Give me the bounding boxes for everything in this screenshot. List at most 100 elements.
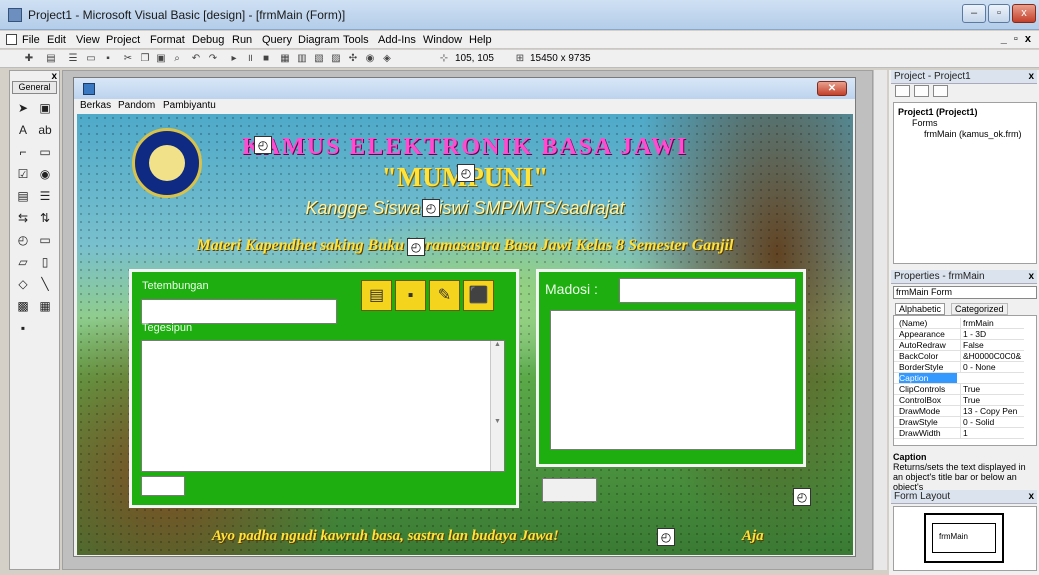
form-menu-pambiyantu[interactable]: Pambiyantu: [163, 100, 216, 111]
toggle-folders-icon[interactable]: [933, 85, 948, 97]
menu-format[interactable]: Format: [150, 34, 185, 46]
form-layout-close[interactable]: x: [1028, 490, 1034, 504]
vscrollbar-tool-icon[interactable]: ⇅: [36, 211, 54, 226]
tree-project-node[interactable]: Project1 (Project1): [898, 107, 978, 117]
property-row[interactable]: ClipControls True: [894, 384, 1024, 395]
mdi-form-icon[interactable]: [6, 34, 17, 45]
menu-addins[interactable]: Add-Ins: [378, 34, 416, 46]
designer-vertical-scrollbar[interactable]: [873, 70, 887, 570]
undo-icon[interactable]: ↶: [189, 52, 203, 65]
property-row[interactable]: AutoRedraw False: [894, 340, 1024, 351]
picturebox-tool-icon[interactable]: ▣: [36, 101, 54, 116]
form-close-button[interactable]: ✕: [817, 81, 847, 96]
timer-control-icon[interactable]: ◴: [254, 136, 272, 154]
tree-forms-folder[interactable]: Forms: [912, 118, 938, 128]
property-row[interactable]: DrawMode 13 - Copy Pen: [894, 406, 1024, 417]
open-project-icon[interactable]: ▭: [84, 52, 98, 65]
meaning-textarea[interactable]: ▲ ▼: [141, 340, 505, 472]
image-tool-icon[interactable]: ▩: [14, 299, 32, 314]
textbox-tool-icon[interactable]: ab: [36, 123, 54, 138]
end-icon[interactable]: ■: [259, 52, 273, 65]
menu-diagram[interactable]: Diagram: [298, 34, 340, 46]
find-icon[interactable]: ⌕: [170, 52, 184, 65]
filelistbox-tool-icon[interactable]: ▯: [36, 255, 54, 270]
property-row[interactable]: ControlBox True: [894, 395, 1024, 406]
copy-icon[interactable]: ❐: [138, 52, 152, 65]
menu-window[interactable]: Window: [423, 34, 462, 46]
edit-icon[interactable]: ✎: [429, 280, 460, 311]
form-menu-pandom[interactable]: Pandom: [118, 100, 155, 111]
layout-form-preview[interactable]: frmMain: [932, 523, 996, 553]
close-button[interactable]: x: [1012, 4, 1036, 23]
listbox-tool-icon[interactable]: ☰: [36, 189, 54, 204]
timer-control-icon[interactable]: ◴: [657, 528, 675, 546]
menu-debug[interactable]: Debug: [192, 34, 224, 46]
timer-tool-icon[interactable]: ◴: [14, 233, 32, 248]
object-browser-icon[interactable]: ▨: [329, 52, 343, 65]
properties-close[interactable]: x: [1028, 270, 1034, 284]
toolbox-tab-general[interactable]: General: [12, 81, 57, 94]
tree-form-node[interactable]: frmMain (kamus_ok.frm): [924, 129, 1022, 139]
data-tool-icon[interactable]: ▦: [36, 299, 54, 314]
delete-icon[interactable]: ⬛: [463, 280, 494, 311]
combobox-tool-icon[interactable]: ▤: [14, 189, 32, 204]
property-row[interactable]: DrawStyle 0 - Solid: [894, 417, 1024, 428]
timer-control-icon[interactable]: ◴: [422, 199, 440, 217]
menu-help[interactable]: Help: [469, 34, 492, 46]
word-input[interactable]: [141, 299, 337, 324]
cut-icon[interactable]: ✂: [121, 52, 135, 65]
component-manager-icon[interactable]: ◈: [380, 52, 394, 65]
form-layout-icon[interactable]: ▧: [312, 52, 326, 65]
checkbox-tool-icon[interactable]: ☑: [14, 167, 32, 182]
maximize-button[interactable]: ▫: [988, 4, 1010, 23]
property-row[interactable]: DrawWidth 1: [894, 428, 1024, 439]
menu-query[interactable]: Query: [262, 34, 292, 46]
view-object-icon[interactable]: [914, 85, 929, 97]
hscrollbar-tool-icon[interactable]: ⇆: [14, 211, 32, 226]
property-row[interactable]: (Name) frmMain: [894, 318, 1024, 329]
menu-editor-icon[interactable]: ☰: [66, 52, 80, 65]
menu-edit[interactable]: Edit: [47, 34, 66, 46]
search-input[interactable]: [619, 278, 796, 303]
menu-run[interactable]: Run: [232, 34, 252, 46]
optionbutton-tool-icon[interactable]: ◉: [36, 167, 54, 182]
property-row[interactable]: Appearance 1 - 3D: [894, 329, 1024, 340]
open-book-icon[interactable]: ▤: [361, 280, 392, 311]
properties-window-icon[interactable]: ▥: [295, 52, 309, 65]
add-project-icon[interactable]: ✚: [22, 52, 36, 65]
mdi-window-controls[interactable]: _ ▫ x: [1001, 33, 1033, 45]
timer-control-icon[interactable]: ◴: [457, 164, 475, 182]
project-explorer-icon[interactable]: ▦: [278, 52, 292, 65]
frmMain-form[interactable]: ✕ Berkas Pandom Pambiyantu KAMUS ELEKTRO…: [73, 77, 856, 557]
ole-tool-icon[interactable]: ▪: [14, 321, 32, 336]
view-code-icon[interactable]: [895, 85, 910, 97]
frame-tool-icon[interactable]: ⌐: [14, 145, 32, 160]
timer-control-icon[interactable]: ◴: [793, 488, 811, 506]
results-listbox[interactable]: [550, 310, 796, 450]
property-row[interactable]: BackColor &H0000C0C0&: [894, 351, 1024, 362]
menu-project[interactable]: Project: [106, 34, 140, 46]
tab-categorized[interactable]: Categorized: [951, 303, 1008, 315]
paste-icon[interactable]: ▣: [154, 52, 168, 65]
add-form-icon[interactable]: ▤: [44, 52, 58, 65]
menu-file[interactable]: File: [22, 34, 40, 46]
menu-tools[interactable]: Tools: [343, 34, 369, 46]
line-tool-icon[interactable]: ╲: [36, 277, 54, 292]
save-icon[interactable]: ▪: [395, 280, 426, 311]
dirlistbox-tool-icon[interactable]: ▱: [14, 255, 32, 270]
project-explorer-close[interactable]: x: [1028, 70, 1034, 84]
data-view-icon[interactable]: ◉: [363, 52, 377, 65]
form-menu-berkas[interactable]: Berkas: [80, 100, 111, 111]
property-row-selected[interactable]: Caption: [894, 373, 1024, 384]
start-icon[interactable]: ▸: [227, 52, 241, 65]
tab-alphabetic[interactable]: Alphabetic: [895, 303, 946, 315]
timer-control-icon[interactable]: ◴: [407, 238, 425, 256]
property-row[interactable]: BorderStyle 0 - None: [894, 362, 1024, 373]
save-project-icon[interactable]: ▪: [101, 52, 115, 65]
minimize-button[interactable]: –: [962, 4, 986, 23]
label-tool-icon[interactable]: A: [14, 123, 32, 138]
pointer-tool-icon[interactable]: ➤: [14, 101, 32, 116]
toolbox-icon[interactable]: ✣: [346, 52, 360, 65]
commandbutton-tool-icon[interactable]: ▭: [36, 145, 54, 160]
redo-icon[interactable]: ↷: [206, 52, 220, 65]
